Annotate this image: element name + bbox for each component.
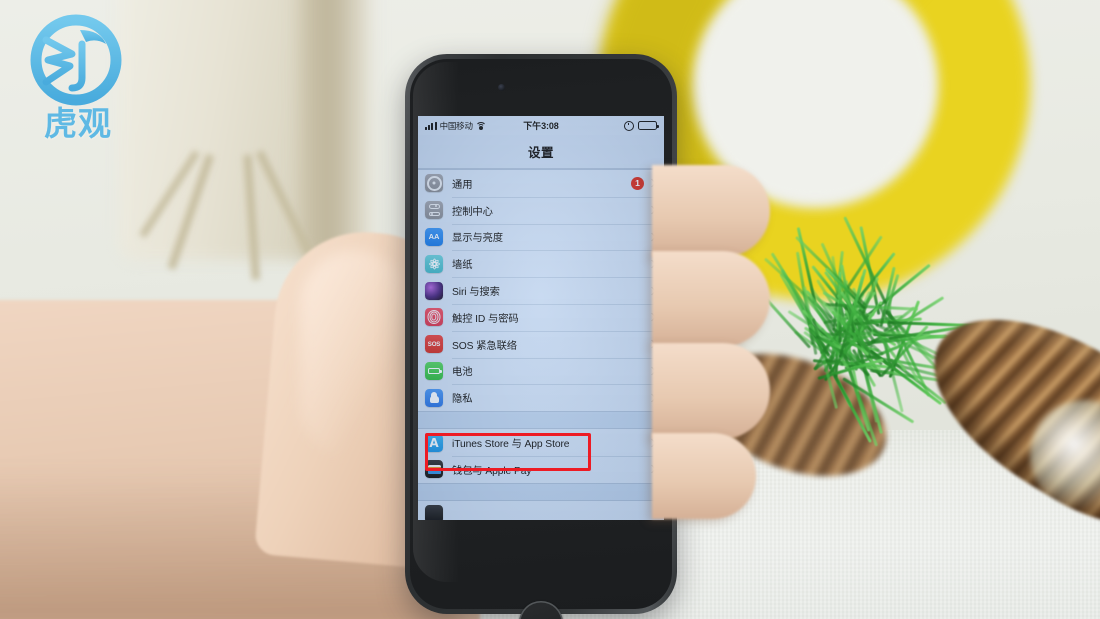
- display-brightness-icon: AA: [425, 228, 443, 246]
- wallpaper-icon: [425, 255, 443, 273]
- settings-row-label: 墙纸: [452, 256, 472, 271]
- settings-row[interactable]: 触控 ID 与密码: [418, 304, 664, 331]
- wallet-icon: [425, 460, 443, 478]
- settings-row-label: 通用: [452, 176, 472, 191]
- notification-badge: 1: [631, 177, 644, 190]
- settings-group: AiTunes Store 与 App Store 钱包与 Apple Pay: [418, 428, 664, 484]
- settings-row-label: SOS 紧急联络: [452, 337, 517, 352]
- finger: [652, 165, 770, 257]
- group-separator: [418, 412, 664, 428]
- tiger-circle-logo-icon: [18, 10, 138, 110]
- app-icon: [425, 505, 443, 520]
- finger: [652, 433, 756, 519]
- settings-row[interactable]: Siri 与搜索: [418, 277, 664, 304]
- settings-row-label: 电池: [452, 363, 472, 378]
- iphone-screen: 中国移动 下午3:08 设置 通用 1 控制中心 AA 显示与亮度墙纸 Siri 与搜索触…: [418, 116, 664, 520]
- siri-icon: [425, 282, 443, 300]
- alarm-clock-icon: [624, 121, 634, 131]
- app-store-icon: A: [425, 434, 443, 452]
- privacy-hand-icon: [425, 389, 443, 407]
- settings-row[interactable]: 控制中心: [418, 197, 664, 224]
- screenshot-scene: 中国移动 下午3:08 设置 通用 1 控制中心 AA 显示与亮度墙纸 Siri 与搜索触…: [0, 0, 1100, 619]
- control-center-icon: [429, 204, 440, 216]
- app-store-icon: A: [429, 437, 438, 449]
- sos-icon: SOS: [428, 341, 440, 348]
- watermark: 虎观: [18, 10, 138, 140]
- battery-icon: [428, 368, 440, 374]
- status-bar: 中国移动 下午3:08: [418, 116, 664, 135]
- battery-icon: [638, 121, 657, 130]
- wallet-icon: [428, 465, 441, 474]
- settings-row-label: 控制中心: [452, 203, 493, 218]
- settings-row-label: Siri 与搜索: [452, 283, 500, 298]
- battery-icon: [425, 362, 443, 380]
- settings-row[interactable]: 隐私: [418, 384, 664, 411]
- settings-list[interactable]: 通用 1 控制中心 AA 显示与亮度墙纸 Siri 与搜索触控 ID 与密码 SOS SOS …: [418, 169, 664, 520]
- settings-row[interactable]: AiTunes Store 与 App Store: [418, 429, 664, 456]
- gear-icon: [427, 176, 442, 191]
- settings-row[interactable]: [418, 501, 664, 520]
- front-camera-icon: [498, 84, 505, 91]
- touch-id-icon: [425, 308, 443, 326]
- nav-bar: 设置: [418, 135, 664, 169]
- fingers: [652, 165, 772, 495]
- settings-row-label: 触控 ID 与密码: [452, 310, 519, 325]
- settings-row[interactable]: 电池: [418, 358, 664, 385]
- settings-row-label: 隐私: [452, 390, 472, 405]
- status-bar-right: [624, 121, 657, 131]
- privacy-hand-icon: [430, 392, 439, 403]
- display-brightness-icon: AA: [429, 232, 440, 241]
- control-center-icon: [425, 201, 443, 219]
- touch-id-icon: [428, 311, 440, 323]
- settings-row[interactable]: 钱包与 Apple Pay: [418, 456, 664, 483]
- finger: [652, 343, 770, 439]
- thumb-highlight: [300, 250, 410, 460]
- settings-group-partial: [418, 500, 664, 520]
- lamp-shade-edge: [300, 0, 370, 260]
- settings-row[interactable]: SOS SOS 紧急联络: [418, 331, 664, 358]
- gear-icon: [425, 174, 443, 192]
- settings-row[interactable]: AA 显示与亮度: [418, 224, 664, 251]
- settings-group: 通用 1 控制中心 AA 显示与亮度墙纸 Siri 与搜索触控 ID 与密码 SOS SOS …: [418, 169, 664, 412]
- settings-row[interactable]: 通用 1: [418, 170, 664, 197]
- settings-row-label: 显示与亮度: [452, 229, 503, 244]
- group-separator: [418, 484, 664, 500]
- settings-row-label: iTunes Store 与 App Store: [452, 435, 569, 450]
- page-title: 设置: [528, 142, 554, 161]
- wallpaper-icon: [428, 258, 440, 270]
- settings-row[interactable]: 墙纸: [418, 250, 664, 277]
- settings-row-label: 钱包与 Apple Pay: [452, 462, 531, 477]
- sos-icon: SOS: [425, 335, 443, 353]
- finger: [652, 251, 770, 347]
- watermark-text: 虎观: [18, 107, 138, 140]
